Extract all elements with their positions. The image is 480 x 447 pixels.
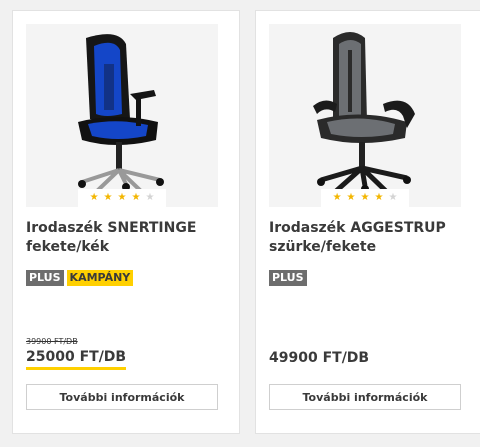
product-title[interactable]: Irodaszék SNERTINGE fekete/kék [26, 219, 226, 257]
star-empty-icon: ★ [145, 192, 155, 203]
star-full-icon: ★ [117, 192, 127, 203]
star-rating: ★ ★ ★ ★ ★ [321, 189, 409, 207]
chair-image-blue [78, 34, 164, 200]
chair-image-grey [313, 32, 415, 200]
star-full-icon: ★ [131, 192, 141, 203]
star-full-icon: ★ [103, 192, 113, 203]
star-full-icon: ★ [89, 192, 99, 203]
star-empty-icon: ★ [388, 192, 398, 203]
product-image[interactable]: ★ ★ ★ ★ ★ [26, 24, 218, 207]
sale-price: 25000 FT/DB [26, 348, 127, 370]
star-full-icon: ★ [346, 192, 356, 203]
product-card[interactable]: ★ ★ ★ ★ ★ Irodaszék SNERTINGE fekete/kék… [12, 10, 240, 434]
badge-group: PLUS KAMPÁNY [26, 270, 134, 286]
product-image[interactable]: ★ ★ ★ ★ ★ [269, 24, 461, 207]
star-rating: ★ ★ ★ ★ ★ [78, 189, 166, 207]
more-info-button[interactable]: További információk [269, 384, 461, 410]
star-full-icon: ★ [374, 192, 384, 203]
more-info-button[interactable]: További információk [26, 384, 218, 410]
product-card[interactable]: ★ ★ ★ ★ ★ Irodaszék AGGESTRUP szürke/fek… [255, 10, 480, 434]
product-title[interactable]: Irodaszék AGGESTRUP szürke/fekete [269, 219, 469, 257]
badge-group: PLUS [269, 270, 307, 286]
old-price: 39900 FT/DB [26, 337, 78, 346]
star-full-icon: ★ [332, 192, 342, 203]
campaign-badge: KAMPÁNY [66, 270, 134, 286]
star-full-icon: ★ [360, 192, 370, 203]
plus-badge: PLUS [26, 270, 64, 286]
plus-badge: PLUS [269, 270, 307, 286]
price: 49900 FT/DB [269, 350, 370, 366]
